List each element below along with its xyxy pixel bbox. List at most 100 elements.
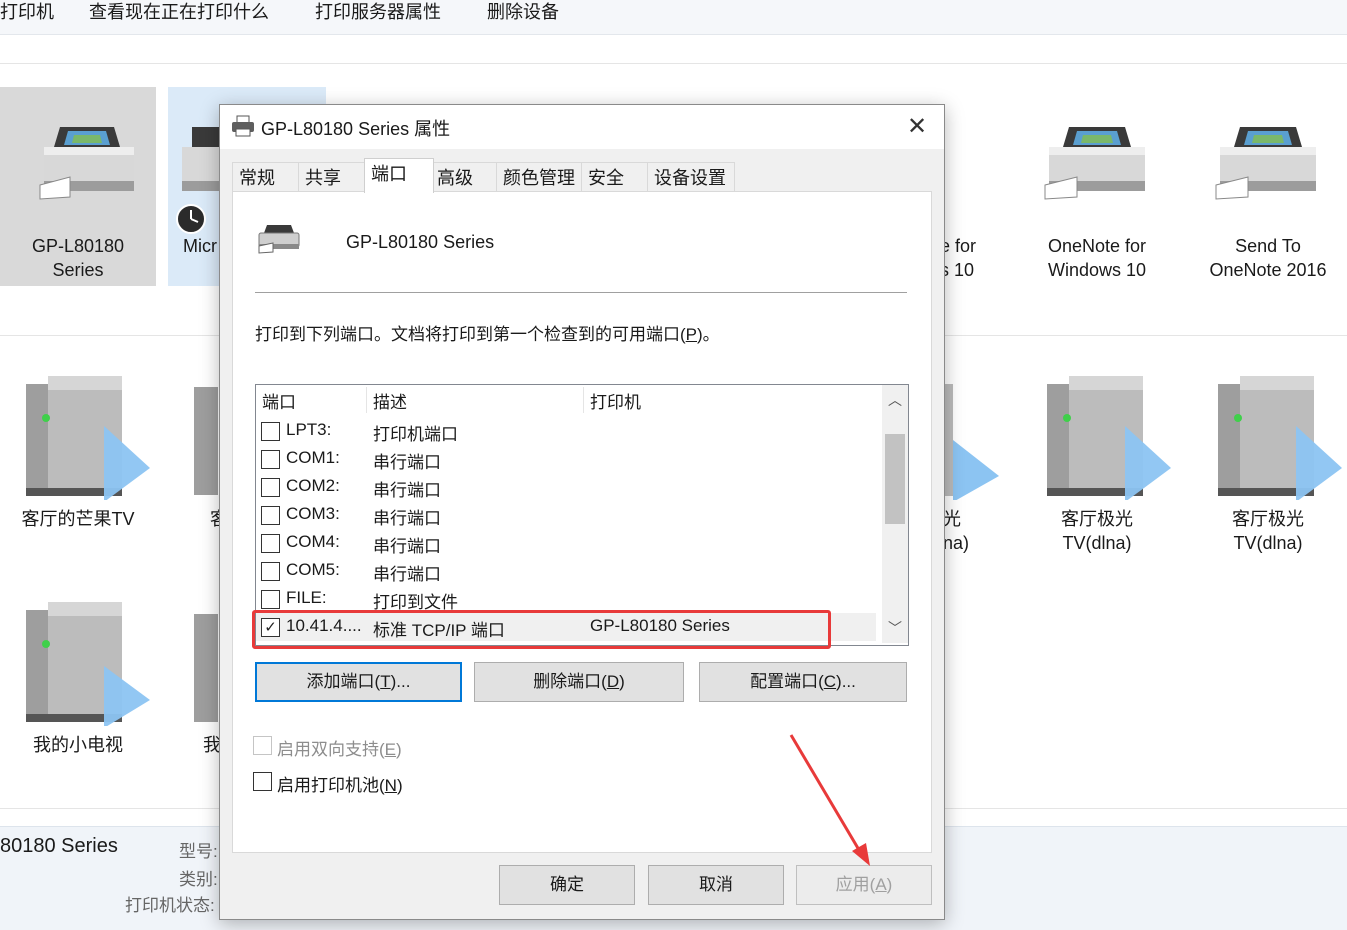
printer-label: Windows 10 <box>1047 260 1147 280</box>
tab-advanced[interactable]: 高级 <box>430 162 498 192</box>
column-header-description[interactable]: 描述 <box>373 388 407 413</box>
media-server-icon <box>943 384 999 500</box>
printer-properties-dialog: GP-L80180 Series 属性 ✕ 常规 共享 端口 高级 颜色管理 安… <box>219 104 945 920</box>
media-device-partial[interactable]: 客 <box>168 365 228 560</box>
tab-color-management[interactable]: 颜色管理 <box>496 162 584 192</box>
port-checkbox[interactable] <box>261 422 280 441</box>
checkbox-box[interactable] <box>253 772 272 791</box>
printer-name: GP-L80180 Series <box>346 232 495 252</box>
media-device-mango-tv[interactable]: 客厅的芒果TV <box>0 365 156 560</box>
port-name: LPT3: <box>286 420 332 439</box>
port-checkbox[interactable] <box>261 590 280 609</box>
port-row[interactable]: COM1: 串行端口 <box>256 445 876 473</box>
checkbox-label: 启用双向支持(E) <box>277 740 402 759</box>
port-checkbox[interactable] <box>261 478 280 497</box>
port-name: COM2: <box>286 476 340 495</box>
media-server-icon <box>1047 376 1171 500</box>
tab-device-settings[interactable]: 设备设置 <box>647 162 735 192</box>
dialog-title: GP-L80180 Series 属性 <box>261 119 451 139</box>
media-server-icon <box>26 602 150 726</box>
ports-description: 打印到下列端口。文档将打印到第一个检查到的可用端口(P)。 <box>255 325 720 344</box>
port-name: COM5: <box>286 560 340 579</box>
media-server-icon <box>194 387 218 495</box>
details-model-label: 型号: <box>179 842 218 861</box>
printer-label: OneNote for <box>1047 236 1147 256</box>
printer-label: Series <box>52 260 104 280</box>
port-name: COM1: <box>286 448 340 467</box>
media-device-label: 客厅极光 <box>1232 509 1304 529</box>
remove-device-command[interactable]: 删除设备 <box>487 0 559 24</box>
media-server-icon <box>1218 376 1342 500</box>
port-row[interactable]: FILE: 打印到文件 <box>256 585 876 613</box>
port-description: 串行端口 <box>373 509 441 528</box>
tab-security[interactable]: 安全 <box>581 162 649 192</box>
see-whats-printing-command[interactable]: 查看现在正在打印什么 <box>89 0 269 24</box>
media-device-label: TV(dlna) <box>1233 533 1303 553</box>
column-divider[interactable] <box>366 387 367 413</box>
cancel-button[interactable]: 取消 <box>648 865 784 905</box>
media-device-aurora-tv-2[interactable]: 客厅极光 TV(dlna) <box>1190 365 1346 560</box>
printer-item-gp-l80180[interactable]: GP-L80180 Series <box>0 87 156 286</box>
media-device-partial[interactable]: 光 na) <box>943 365 1013 560</box>
port-name: COM4: <box>286 532 340 551</box>
port-description: 串行端口 <box>373 453 441 472</box>
port-description: 串行端口 <box>373 537 441 556</box>
divider <box>255 292 907 293</box>
tab-ports[interactable]: 端口 <box>364 158 434 193</box>
port-row[interactable]: COM3: 串行端口 <box>256 501 876 529</box>
printer-item-onenote-win10[interactable]: OneNote for Windows 10 <box>1019 87 1175 286</box>
details-category-label: 类别: <box>179 870 218 889</box>
media-device-label: TV(dlna) <box>1062 533 1132 553</box>
column-header-printer[interactable]: 打印机 <box>590 388 641 413</box>
port-checkbox[interactable] <box>261 534 280 553</box>
media-device-label: 客厅极光 <box>1061 509 1133 529</box>
column-header-port[interactable]: 端口 <box>262 388 296 413</box>
print-server-properties-command[interactable]: 打印服务器属性 <box>315 0 441 24</box>
printer-label: GP-L80180 <box>31 236 125 256</box>
highlight-annotation-box <box>252 610 831 649</box>
media-device-my-tv[interactable]: 我的小电视 <box>0 592 156 772</box>
column-divider[interactable] <box>583 387 584 413</box>
printer-icon <box>1215 127 1316 200</box>
printers-command[interactable]: 打印机 <box>0 0 54 24</box>
checkbox-box[interactable] <box>253 736 272 755</box>
media-server-icon <box>26 376 150 500</box>
printer-label: s 10 <box>940 260 975 280</box>
configure-port-button[interactable]: 配置端口(C)... <box>699 662 907 702</box>
printer-item-send-to-onenote[interactable]: Send To OneNote 2016 <box>1190 87 1346 286</box>
chevron-up-icon[interactable]: ︿ <box>882 387 908 413</box>
add-port-button[interactable]: 添加端口(T)... <box>255 662 462 702</box>
port-list[interactable]: 端口 描述 打印机 LPT3: 打印机端口 COM1: 串行端口 COM2: 串… <box>255 384 909 646</box>
printer-icon <box>232 115 254 137</box>
printer-label: Send To <box>1235 236 1301 256</box>
media-device-partial[interactable]: 我 <box>168 592 221 772</box>
dialog-title-bar[interactable]: GP-L80180 Series 属性 ✕ <box>220 105 944 149</box>
media-device-label: 我的小电视 <box>33 735 123 755</box>
section-divider <box>0 63 1347 64</box>
port-checkbox[interactable] <box>261 450 280 469</box>
port-checkbox[interactable] <box>261 506 280 525</box>
tab-general[interactable]: 常规 <box>232 162 300 192</box>
printer-label: e for <box>940 236 977 256</box>
details-status-label: 打印机状态: <box>125 896 215 915</box>
ok-button[interactable]: 确定 <box>499 865 635 905</box>
port-row[interactable]: COM5: 串行端口 <box>256 557 876 585</box>
port-description: 串行端口 <box>373 481 441 500</box>
port-list-scrollbar[interactable]: ︿ ﹀ <box>882 385 908 643</box>
port-name: COM3: <box>286 504 340 523</box>
command-bar: 打印机 查看现在正在打印什么 打印服务器属性 删除设备 <box>0 0 1347 35</box>
port-row[interactable]: LPT3: 打印机端口 <box>256 417 876 445</box>
scrollbar-thumb[interactable] <box>885 434 905 524</box>
chevron-down-icon[interactable]: ﹀ <box>882 615 908 641</box>
printer-icon <box>258 225 300 254</box>
port-row[interactable]: COM4: 串行端口 <box>256 529 876 557</box>
delete-port-button[interactable]: 删除端口(D) <box>474 662 684 702</box>
port-checkbox[interactable] <box>261 562 280 581</box>
media-device-aurora-tv[interactable]: 客厅极光 TV(dlna) <box>1019 365 1175 560</box>
port-description: 串行端口 <box>373 565 441 584</box>
apply-button[interactable]: 应用(A) <box>796 865 932 905</box>
port-row[interactable]: COM2: 串行端口 <box>256 473 876 501</box>
port-description: 打印机端口 <box>373 425 458 444</box>
close-icon[interactable]: ✕ <box>904 114 930 140</box>
tab-sharing[interactable]: 共享 <box>298 162 366 192</box>
